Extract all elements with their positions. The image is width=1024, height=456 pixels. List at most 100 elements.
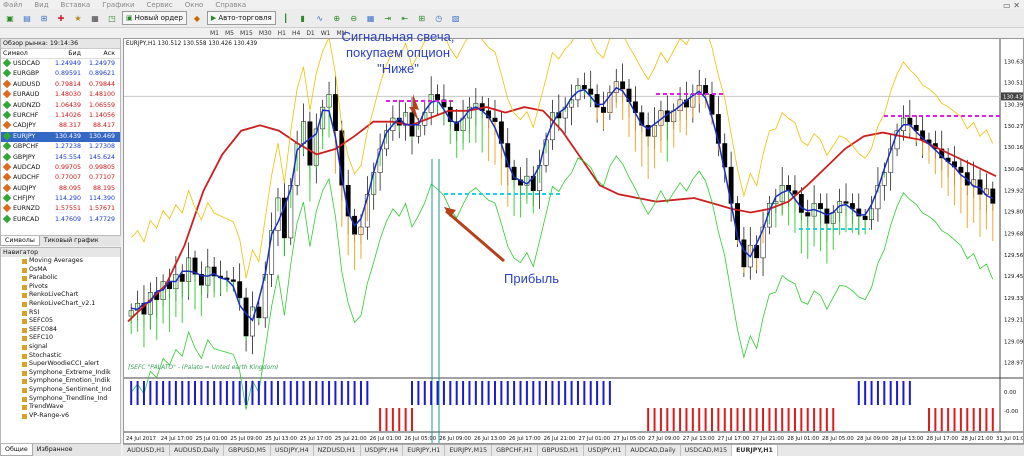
navigator-item[interactable]: SuperWoodieCCI_alert [1, 360, 120, 369]
menu-item-charts[interactable]: Графики [102, 1, 134, 9]
chart-tab[interactable]: GBPCHF,H1 [492, 445, 538, 456]
navigator-item[interactable]: RenkoLiveChart_v2.1 [1, 300, 120, 309]
chart-tab[interactable]: AUDUSD,Daily [170, 445, 225, 456]
bid-price: 0.99705 [54, 163, 81, 171]
line-chart-icon[interactable]: ∿ [313, 11, 327, 25]
timeframe-d1[interactable]: D1 [306, 30, 314, 37]
market-watch-row[interactable]: AUDNZD 1.06439 1.06559 [1, 100, 120, 111]
navigator-item[interactable]: Symphone_Extreme_Indik [1, 369, 120, 378]
zoom-in-icon[interactable]: ⊕ [330, 11, 344, 25]
templates-icon[interactable]: ▧ [449, 11, 463, 25]
tile-windows-icon[interactable]: ▦ [364, 11, 378, 25]
timeframe-m1[interactable]: M1 [210, 30, 219, 37]
timeframe-h4[interactable]: H4 [292, 30, 300, 37]
market-watch-row[interactable]: USDCAD 1.24949 1.24979 [1, 58, 120, 69]
timeframe-m5[interactable]: M5 [225, 30, 234, 37]
market-watch-icon[interactable]: ⊞ [37, 11, 51, 25]
navigator-item[interactable]: Stochastic [1, 352, 120, 361]
chart-tab[interactable]: USDCAD,M15 [681, 445, 733, 456]
data-window-icon[interactable]: ✚ [54, 11, 68, 25]
market-watch-row[interactable]: CHFJPY 114.290 114.390 [1, 193, 120, 204]
chart-tab[interactable]: USDJPY,H1 [584, 445, 627, 456]
menu-item-file[interactable]: Файл [3, 1, 22, 9]
market-watch-row[interactable]: EURCHF 1.14026 1.14056 [1, 110, 120, 121]
market-watch-row[interactable]: EURGBP 0.89591 0.89621 [1, 69, 120, 79]
column-symbol[interactable]: Символ [1, 49, 45, 58]
navigator-item[interactable]: RSI [1, 309, 120, 318]
auto-trading-button[interactable]: ▶ Авто-торговля [206, 11, 276, 25]
candlestick-icon[interactable]: ▮ [296, 11, 310, 25]
tab-common[interactable]: Общие [0, 444, 33, 456]
timeframe-m15[interactable]: M15 [240, 30, 253, 37]
navigator-item[interactable]: SEFC10 [1, 334, 120, 343]
timeframe-w1[interactable]: W1 [321, 30, 331, 37]
terminal-icon[interactable]: ▦ [88, 11, 102, 25]
timeframe-m30[interactable]: M30 [259, 30, 272, 37]
bar-chart-icon[interactable]: ┃ [279, 11, 293, 25]
tab-favorites[interactable]: Избранное [33, 444, 77, 456]
market-watch-row[interactable]: AUDCHF 0.77007 0.77107 [1, 173, 120, 183]
market-watch-row[interactable]: GBPCHF 1.27238 1.27308 [1, 141, 120, 152]
chart-tab[interactable]: GBPUSD,H1 [538, 445, 584, 456]
chart-tab[interactable]: EURJPY,H1 [732, 445, 778, 456]
navigator-item[interactable]: TrendWave [1, 403, 120, 412]
navigator-item[interactable]: SEFC05 [1, 317, 120, 326]
navigator-item[interactable]: Symphone_Trendline_Ind [1, 395, 120, 404]
profiles-icon[interactable]: ▤ [20, 11, 34, 25]
new-order-button[interactable]: ▣ Новый ордер [122, 11, 187, 25]
metaeditor-icon[interactable]: ◆ [190, 11, 204, 25]
timeframe-h1[interactable]: H1 [278, 30, 286, 37]
tester-icon[interactable]: ◳ [105, 11, 119, 25]
candlestick-chart[interactable]: 130.630 130.515 130.395 130.275 130.160 130.0… [124, 19, 1024, 443]
chart-tab[interactable]: GBPUSD,M5 [224, 445, 272, 456]
navigator-item[interactable]: signal [1, 343, 120, 352]
navigator-item[interactable]: OsMA [1, 266, 120, 275]
navigator-icon[interactable]: ★ [71, 11, 85, 25]
symbol-icon [2, 110, 12, 120]
column-ask[interactable]: Аск [81, 49, 115, 58]
periods-icon[interactable]: ◷ [432, 11, 446, 25]
market-watch-row[interactable]: EURJPY 130.439 130.469 [1, 131, 120, 143]
zoom-out-icon[interactable]: ⊖ [347, 11, 361, 25]
chart-tab[interactable]: EURJPY,H1 [403, 445, 446, 456]
chart-window[interactable]: 130.630 130.515 130.395 130.275 130.160 130.0… [123, 19, 1024, 444]
navigator-item[interactable]: Symphone_Emotion_Indik [1, 377, 120, 386]
chart-shift-icon[interactable]: ⇤ [398, 11, 412, 25]
menu-item-tools[interactable]: Сервис [147, 1, 173, 9]
chart-tab[interactable]: EURJPY,M15 [445, 445, 493, 456]
market-watch-row[interactable]: EURCAD 1.47609 1.47729 [1, 214, 120, 225]
market-watch-row[interactable]: CADJPY 88.317 88.417 [1, 121, 120, 131]
menu-item-window[interactable]: Окно [185, 1, 204, 9]
menu-item-help[interactable]: Справка [215, 1, 246, 9]
chart-tab[interactable]: AUDUSD,H1 [123, 445, 170, 456]
navigator-item[interactable]: Parabolic [1, 274, 120, 283]
market-watch-row[interactable]: EURNZD 1.57551 1.57671 [1, 204, 120, 214]
navigator-item[interactable]: Moving Averages [1, 257, 120, 266]
chart-tab[interactable]: USDJPY,H4 [361, 445, 404, 456]
price-tick-label: 130.515 [1004, 81, 1023, 87]
market-watch-row[interactable]: AUDJPY 88.095 88.195 [1, 183, 120, 194]
tab-tick-chart[interactable]: Тиковый график [40, 236, 103, 246]
market-watch-row[interactable]: EURAUD 1.48030 1.48100 [1, 89, 120, 100]
column-bid[interactable]: Бид [45, 49, 81, 58]
chart-tab[interactable]: AUDCAD,Daily [626, 445, 681, 456]
chart-tab[interactable]: USDJPY,H4 [271, 445, 314, 456]
candle-body [230, 279, 236, 282]
navigator-item[interactable]: Pivots [1, 283, 120, 292]
indicators-icon[interactable]: ⊞ [415, 11, 429, 25]
autoscroll-icon[interactable]: ⇥ [381, 11, 395, 25]
tab-symbols[interactable]: Символы [0, 236, 40, 246]
market-watch-row[interactable]: GBPJPY 145.554 145.624 [1, 152, 120, 163]
navigator-item[interactable]: Symphone_Sentiment_Ind [1, 386, 120, 395]
menu-item-view[interactable]: Вид [34, 1, 48, 9]
navigator-item[interactable]: SEFC084 [1, 326, 120, 335]
market-watch-row[interactable]: AUDUSD 0.79814 0.79844 [1, 79, 120, 90]
menu-item-insert[interactable]: Вставка [61, 1, 91, 9]
chart-tab[interactable]: NZDUSD,H1 [314, 445, 361, 456]
bid-price: 1.27238 [54, 143, 81, 151]
new-chart-icon[interactable]: ▣ [3, 11, 17, 25]
navigator-item[interactable]: RenkoLiveChart [1, 291, 120, 300]
time-tick-label: 26 Jul 13:00 [474, 436, 506, 442]
market-watch-row[interactable]: AUDCAD 0.99705 0.99805 [1, 162, 120, 173]
navigator-item[interactable]: VP-Range-v6 [1, 412, 120, 421]
